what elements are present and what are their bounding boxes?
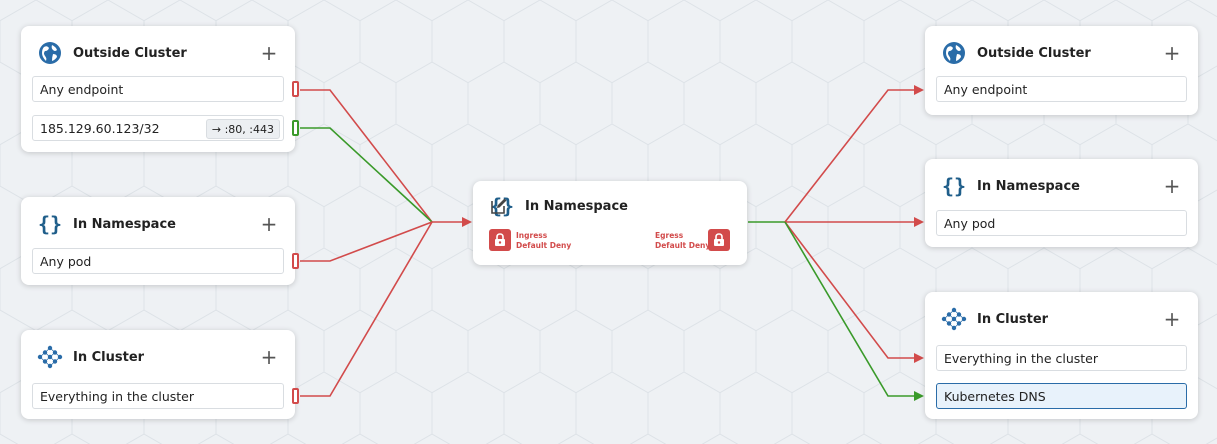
add-peer-button[interactable]: + xyxy=(259,43,279,63)
card-title: Outside Cluster xyxy=(73,45,187,61)
card-title: In Cluster xyxy=(977,311,1049,327)
allow-connector[interactable] xyxy=(292,120,299,136)
peer-label: Kubernetes DNS xyxy=(944,388,1046,404)
peer-row-any-pod[interactable]: Any pod xyxy=(32,248,299,274)
egress-label: Egress xyxy=(655,231,684,240)
card-title: In Namespace xyxy=(525,198,628,214)
peer-label: Everything in the cluster xyxy=(944,350,1099,366)
edit-icon[interactable] xyxy=(489,196,509,216)
add-peer-button[interactable]: + xyxy=(1162,176,1182,196)
card-title: In Cluster xyxy=(73,349,145,365)
deny-connector[interactable] xyxy=(292,388,299,404)
peer-row-any-pod[interactable]: Any pod xyxy=(936,210,1187,236)
peer-label: 185.129.60.123/32 xyxy=(40,120,160,136)
peer-row-everything[interactable]: Everything in the cluster xyxy=(32,383,299,409)
peer-label: Any pod xyxy=(40,253,92,269)
deny-connector[interactable] xyxy=(292,81,299,97)
egress-outside-cluster-card: Outside Cluster + Any endpoint xyxy=(925,26,1198,115)
link-outside-ip-to-center xyxy=(300,127,433,223)
cluster-icon xyxy=(941,306,967,332)
link-cluster-to-center xyxy=(300,221,433,397)
peer-row-everything[interactable]: Everything in the cluster xyxy=(936,345,1187,371)
add-peer-button[interactable]: + xyxy=(1162,43,1182,63)
card-title: In Namespace xyxy=(73,216,176,232)
egress-default-deny-label: Default Deny xyxy=(655,241,711,250)
peer-label: Everything in the cluster xyxy=(40,388,195,404)
center-namespace-card: {} In Namespace Ingress Default Deny Egr… xyxy=(473,181,747,265)
deny-connector[interactable] xyxy=(292,253,299,269)
peer-label: Any endpoint xyxy=(40,81,124,97)
ingress-lock-icon[interactable] xyxy=(489,229,511,251)
ingress-policy-label: Ingress Default Deny xyxy=(516,231,571,251)
link-center-to-outside xyxy=(784,85,924,223)
ingress-outside-cluster-card: Outside Cluster + Any endpoint 185.129.6… xyxy=(21,26,299,152)
peer-row-kubernetes-dns[interactable]: Kubernetes DNS xyxy=(936,383,1187,409)
globe-icon xyxy=(37,40,63,66)
ingress-default-deny-label: Default Deny xyxy=(516,241,572,250)
add-peer-button[interactable]: + xyxy=(1162,309,1182,329)
peer-row-ip[interactable]: 185.129.60.123/32 → :80, :443 xyxy=(32,115,299,141)
ingress-label: Ingress xyxy=(516,231,548,240)
card-title: In Namespace xyxy=(977,178,1080,194)
egress-lock-icon[interactable] xyxy=(708,229,730,251)
peer-row-any-endpoint[interactable]: Any endpoint xyxy=(32,76,299,102)
peer-label: Any pod xyxy=(944,215,996,231)
globe-icon xyxy=(941,40,967,66)
link-outside-any-to-center xyxy=(300,89,433,223)
braces-icon: {} xyxy=(37,212,63,236)
ingress-in-cluster-card: In Cluster + Everything in the cluster xyxy=(21,330,299,419)
peer-row-any-endpoint[interactable]: Any endpoint xyxy=(936,76,1187,102)
add-peer-button[interactable]: + xyxy=(259,347,279,367)
add-peer-button[interactable]: + xyxy=(259,214,279,234)
card-title: Outside Cluster xyxy=(977,45,1091,61)
braces-icon: {} xyxy=(941,174,967,198)
ports-tag[interactable]: → :80, :443 xyxy=(205,119,280,139)
egress-policy-label: Egress Default Deny xyxy=(655,231,710,251)
egress-in-cluster-card: In Cluster + Everything in the cluster K… xyxy=(925,292,1198,419)
cluster-icon xyxy=(37,344,63,370)
egress-in-namespace-card: {} In Namespace + Any pod xyxy=(925,159,1198,247)
ingress-in-namespace-card: {} In Namespace + Any pod xyxy=(21,197,299,285)
peer-label: Any endpoint xyxy=(944,81,1028,97)
